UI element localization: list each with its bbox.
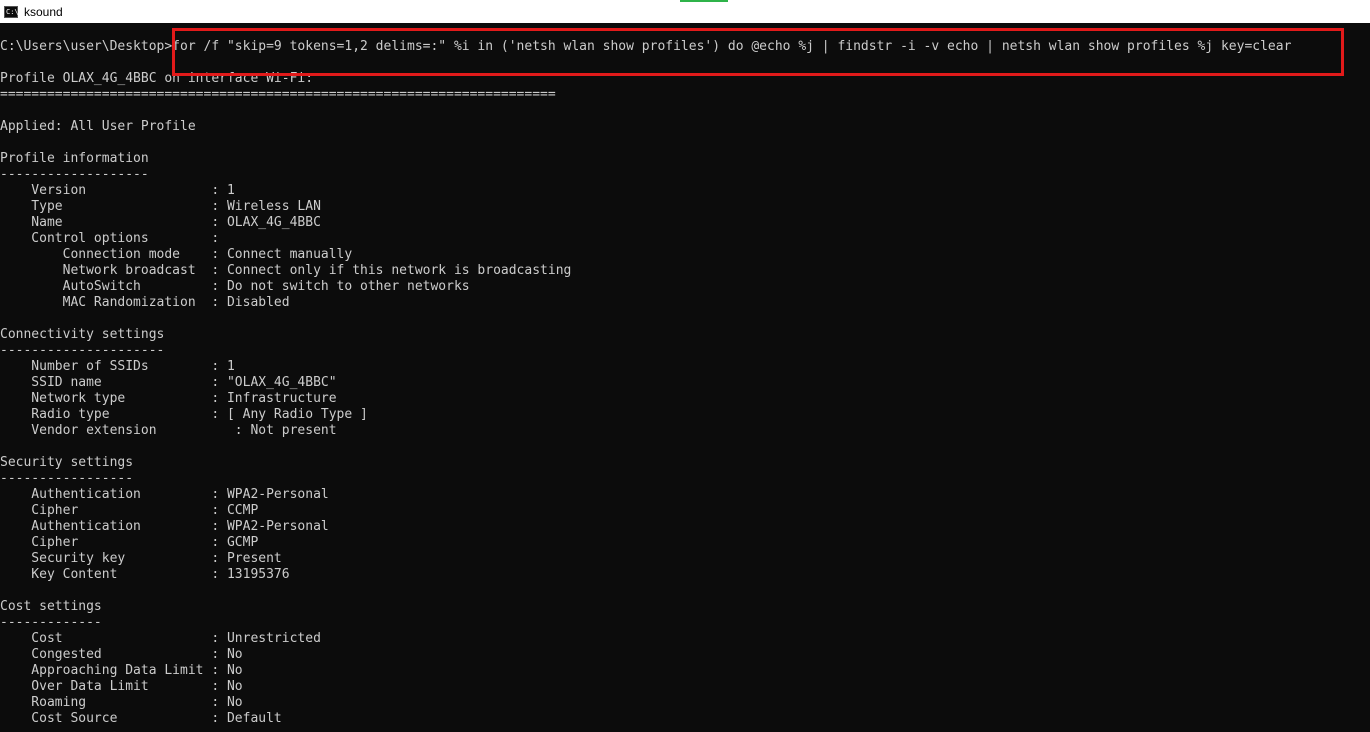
console-line: Name : OLAX_4G_4BBC [0,215,321,230]
console-line: Applied: All User Profile [0,119,196,134]
console-line: Version : 1 [0,183,235,198]
console-line: Authentication : WPA2-Personal [0,487,329,502]
console-line: Network type : Infrastructure [0,391,337,406]
console-line: ------------- [0,615,102,630]
console-line: Radio type : [ Any Radio Type ] [0,407,368,422]
console-line: ----------------- [0,471,134,486]
console-line: AutoSwitch : Do not switch to other netw… [0,279,470,294]
console-line: Roaming : No [0,695,243,710]
console-line: --------------------- [0,343,165,358]
console-line: Security settings [0,455,134,470]
title-accent [680,0,728,2]
console-line: Profile information [0,151,149,166]
console-line: Control options : [0,231,220,246]
console-line: Approaching Data Limit : No [0,663,243,678]
console-line: Connection mode : Connect manually [0,247,353,262]
command-line: C:\Users\user\Desktop>for /f "skip=9 tok… [0,39,1292,54]
console-line: Congested : No [0,647,243,662]
console-line: Vendor extension : Not present [0,423,337,438]
console-line: Security key : Present [0,551,282,566]
console-line: Cipher : CCMP [0,503,259,518]
console-line: Cost Source : Default [0,711,282,726]
console-line: MAC Randomization : Disabled [0,295,290,310]
console-line: Authentication : WPA2-Personal [0,519,329,534]
title-bar: C:\ ksound [0,0,1370,23]
console-line: Cost settings [0,599,102,614]
console-line: SSID name : "OLAX_4G_4BBC" [0,375,337,390]
console-line: Connectivity settings [0,327,165,342]
console-line: ========================================… [0,87,556,102]
console-line: Profile OLAX_4G_4BBC on interface Wi-Fi: [0,71,314,86]
console-line: Number of SSIDs : 1 [0,359,235,374]
window-title: ksound [24,4,63,19]
console-line: Over Data Limit : No [0,679,243,694]
console-line: Cost : Unrestricted [0,631,321,646]
console-output[interactable]: C:\Users\user\Desktop>for /f "skip=9 tok… [0,23,1370,732]
console-icon: C:\ [4,5,19,18]
console-icon-glyph: C:\ [6,7,19,16]
console-line: ------------------- [0,167,149,182]
console-line: Cipher : GCMP [0,535,259,550]
console-line: Type : Wireless LAN [0,199,321,214]
console-line: Key Content : 13195376 [0,567,290,582]
console-line: Network broadcast : Connect only if this… [0,263,572,278]
